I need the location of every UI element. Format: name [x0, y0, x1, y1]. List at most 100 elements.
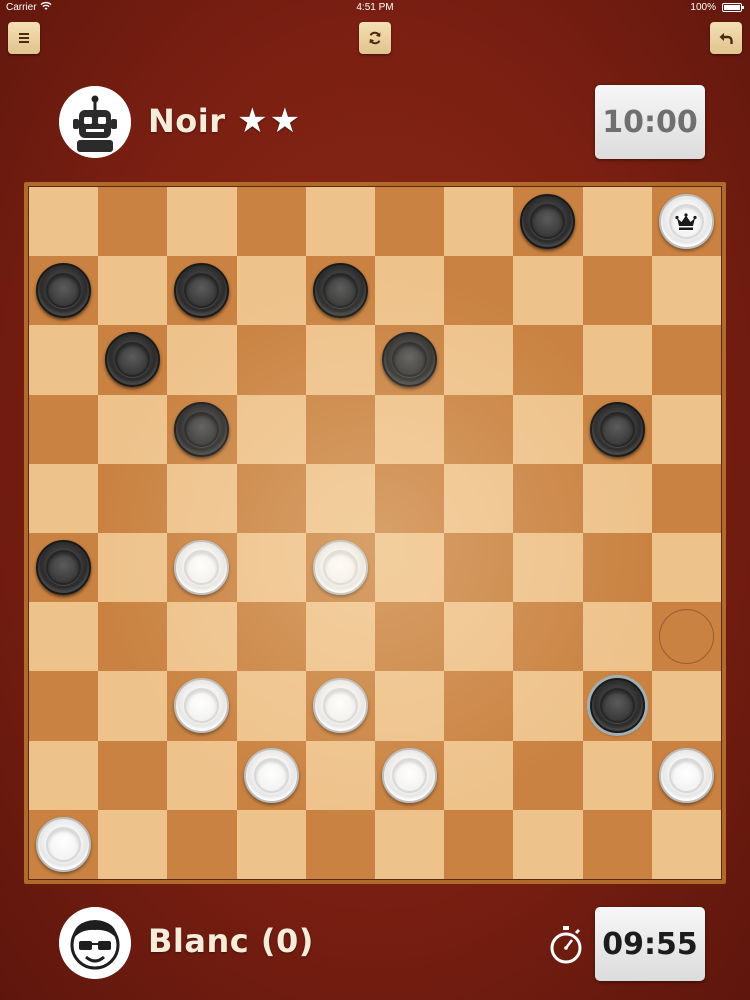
board-square[interactable]: [374, 463, 445, 533]
black-checker[interactable]: [381, 332, 437, 388]
white-checker[interactable]: [174, 678, 230, 734]
board-square[interactable]: [513, 740, 583, 810]
board-square[interactable]: [98, 740, 168, 810]
black-checker[interactable]: [36, 263, 91, 319]
black-checker[interactable]: [589, 401, 645, 457]
board-square[interactable]: [582, 671, 652, 741]
board-square[interactable]: [236, 463, 306, 533]
board-square[interactable]: [651, 394, 721, 464]
board-square[interactable]: [651, 809, 721, 879]
board-square[interactable]: [167, 740, 237, 810]
board-square[interactable]: [167, 256, 237, 326]
board-square[interactable]: [98, 809, 168, 879]
board-square[interactable]: [305, 602, 375, 672]
board-square[interactable]: [167, 671, 237, 741]
board-square[interactable]: [651, 602, 721, 672]
board-square[interactable]: [444, 671, 514, 741]
board-square[interactable]: [513, 256, 583, 326]
board-square[interactable]: [29, 187, 99, 257]
board-square[interactable]: [374, 671, 445, 741]
board-square[interactable]: [374, 187, 445, 257]
board-square[interactable]: [651, 187, 721, 257]
board-square[interactable]: [29, 671, 99, 741]
board-square[interactable]: [98, 602, 168, 672]
board-square[interactable]: [444, 809, 514, 879]
board-square[interactable]: [305, 394, 375, 464]
board-square[interactable]: [651, 671, 721, 741]
board-square[interactable]: [29, 256, 99, 326]
board-square[interactable]: [651, 463, 721, 533]
board-square[interactable]: [513, 463, 583, 533]
board-square[interactable]: [651, 532, 721, 603]
board-square[interactable]: [305, 256, 375, 326]
board-square[interactable]: [374, 325, 445, 395]
white-king[interactable]: [658, 194, 714, 249]
board-square[interactable]: [305, 187, 375, 257]
board-square[interactable]: [305, 809, 375, 879]
board-square[interactable]: [167, 187, 237, 257]
black-checker[interactable]: [174, 263, 230, 319]
white-checker[interactable]: [312, 539, 368, 595]
board-square[interactable]: [582, 256, 652, 326]
white-checker[interactable]: [174, 539, 230, 595]
board-square[interactable]: [98, 325, 168, 395]
board-square[interactable]: [98, 187, 168, 257]
white-checker[interactable]: [658, 747, 714, 803]
board-square[interactable]: [374, 394, 445, 464]
board-square[interactable]: [513, 187, 583, 257]
board-square[interactable]: [167, 463, 237, 533]
board-square[interactable]: [582, 809, 652, 879]
black-checker[interactable]: [36, 539, 91, 595]
board-square[interactable]: [98, 256, 168, 326]
board-square[interactable]: [305, 740, 375, 810]
board-square[interactable]: [98, 671, 168, 741]
board-square[interactable]: [582, 463, 652, 533]
board-square[interactable]: [305, 671, 375, 741]
board-square[interactable]: [236, 256, 306, 326]
board-square[interactable]: [444, 602, 514, 672]
board-square[interactable]: [236, 532, 306, 603]
board-square[interactable]: [305, 463, 375, 533]
white-checker[interactable]: [312, 678, 368, 734]
board-square[interactable]: [582, 187, 652, 257]
menu-button[interactable]: [8, 22, 40, 54]
board-square[interactable]: [167, 602, 237, 672]
board-square[interactable]: [236, 187, 306, 257]
board-square[interactable]: [374, 532, 445, 603]
board-square[interactable]: [513, 532, 583, 603]
board-square[interactable]: [236, 740, 306, 810]
board-square[interactable]: [236, 602, 306, 672]
board-square[interactable]: [513, 394, 583, 464]
board-square[interactable]: [374, 602, 445, 672]
board-square[interactable]: [444, 187, 514, 257]
black-checker[interactable]: [105, 332, 161, 388]
board-square[interactable]: [167, 325, 237, 395]
board-square[interactable]: [513, 671, 583, 741]
board-square[interactable]: [29, 532, 99, 603]
black-checker[interactable]: [312, 263, 368, 319]
board-square[interactable]: [236, 394, 306, 464]
board-square[interactable]: [582, 602, 652, 672]
board-square[interactable]: [374, 256, 445, 326]
board-square[interactable]: [444, 740, 514, 810]
board-square[interactable]: [374, 740, 445, 810]
board-square[interactable]: [167, 532, 237, 603]
board-square[interactable]: [582, 325, 652, 395]
board-square[interactable]: [29, 325, 99, 395]
board-square[interactable]: [167, 809, 237, 879]
white-checker[interactable]: [243, 747, 299, 803]
board-square[interactable]: [582, 394, 652, 464]
board-square[interactable]: [305, 532, 375, 603]
board-square[interactable]: [167, 394, 237, 464]
undo-button[interactable]: [710, 22, 742, 54]
restart-button[interactable]: [359, 22, 391, 54]
move-target-marker[interactable]: [658, 609, 714, 665]
board-square[interactable]: [236, 671, 306, 741]
board-square[interactable]: [444, 325, 514, 395]
black-checker-selected[interactable]: [589, 678, 645, 734]
board-square[interactable]: [582, 740, 652, 810]
white-checker[interactable]: [36, 816, 91, 872]
board-square[interactable]: [582, 532, 652, 603]
black-checker[interactable]: [174, 401, 230, 457]
board-square[interactable]: [513, 809, 583, 879]
